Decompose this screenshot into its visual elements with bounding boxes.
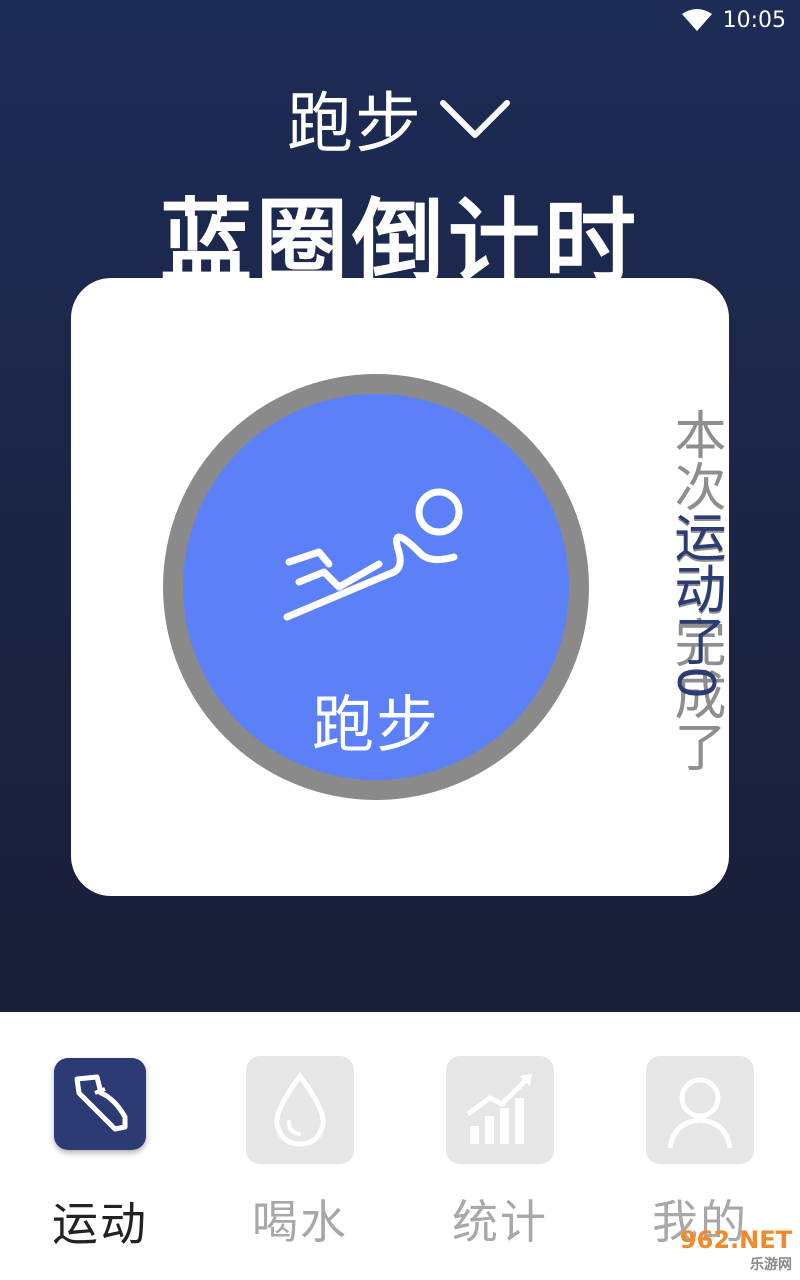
nav-item-sport[interactable]: 运动 xyxy=(0,1012,200,1280)
mode-label: 跑步 xyxy=(287,85,423,162)
person-icon xyxy=(646,1056,754,1164)
water-drop-icon xyxy=(246,1056,354,1164)
watermark-text: 962.NET xyxy=(679,1226,792,1254)
activity-disc: 跑步 xyxy=(183,394,569,780)
activity-start-button[interactable]: 跑步 xyxy=(163,374,589,800)
shoe-icon xyxy=(54,1058,146,1150)
status-time: 10:05 xyxy=(722,7,786,33)
vertical-text-blue: 运动了0 xyxy=(665,510,725,700)
watermark: 962.NET 乐游网 xyxy=(680,1226,792,1274)
top-area: 10:05 跑步 蓝圈倒计时 跑步 本次运动完成了 运动了0 xyxy=(0,0,800,1012)
activity-label: 跑步 xyxy=(311,688,440,761)
watermark-sub: 乐游网 xyxy=(750,1257,792,1273)
stats-icon xyxy=(446,1056,554,1164)
runner-icon xyxy=(283,488,463,621)
nav-label: 运动 xyxy=(52,1197,148,1251)
nav-label: 统计 xyxy=(452,1195,548,1249)
chevron-down-icon xyxy=(440,100,510,138)
nav-item-stats[interactable]: 统计 xyxy=(400,1012,600,1280)
activity-card: 跑步 本次运动完成了 运动了0 xyxy=(71,278,729,896)
nav-label: 喝水 xyxy=(252,1195,348,1249)
status-bar: 10:05 xyxy=(0,0,800,40)
wifi-icon xyxy=(681,9,712,31)
mode-selector[interactable]: 跑步 xyxy=(0,70,800,166)
nav-item-water[interactable]: 喝水 xyxy=(200,1012,400,1280)
